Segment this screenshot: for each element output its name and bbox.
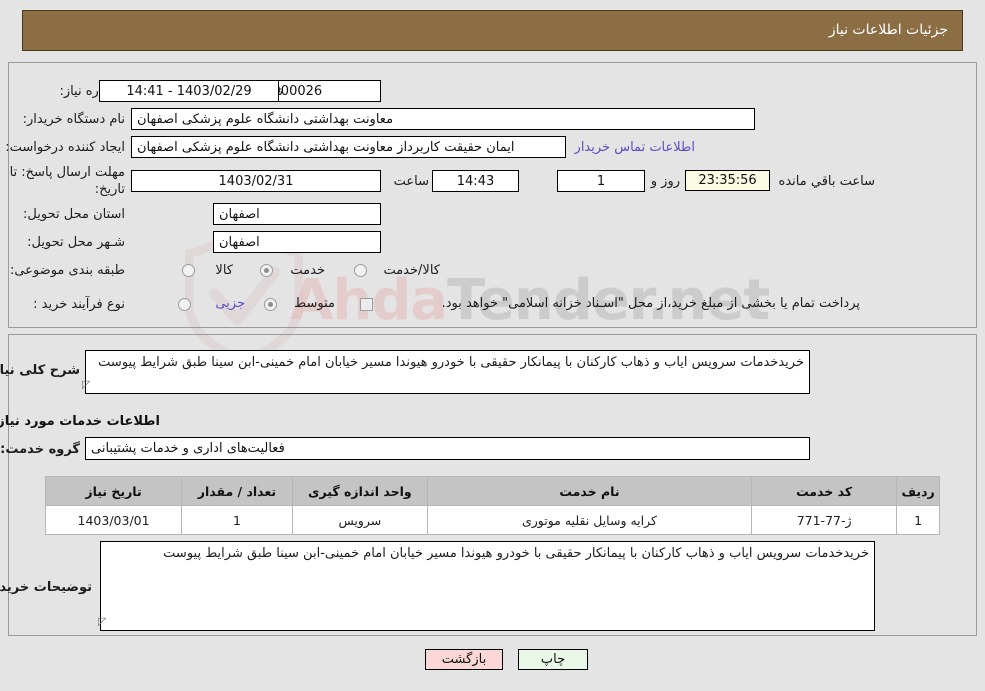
remaining-days-label: روز و — [650, 174, 680, 189]
radio-category-kala[interactable] — [182, 264, 195, 277]
table-header-row: ردیف کد خدمت نام خدمت واحد اندازه گیری ت… — [44, 476, 940, 506]
radio-process-motevaset[interactable] — [264, 298, 277, 311]
buyer-notes-label: توضیحات خریدار: — [0, 580, 92, 595]
services-section-heading: اطلاعات خدمات مورد نیاز — [0, 414, 160, 429]
cell-service-name: کرایه وسایل نقلیه موتوری — [426, 505, 753, 535]
description-textarea[interactable]: خریدخدمات سرویس ایاب و ذهاب کارکنان با پ… — [85, 350, 810, 394]
requester-value[interactable]: ایمان حقیقت کاربرداز معاونت بهداشتی دانش… — [131, 136, 566, 158]
buyer-contact-link[interactable]: اطلاعات تماس خریدار — [575, 140, 695, 155]
page-header-bar: جزئیات اطلاعات نیاز — [22, 10, 963, 51]
radio-process-motevaset-label: متوسط — [294, 296, 335, 311]
city-label: شـهر محل تحویل: — [27, 235, 125, 250]
public-announce-value[interactable]: 1403/02/29 - 14:41 — [99, 80, 279, 102]
deadline-date-value[interactable]: 1403/02/31 — [131, 170, 381, 192]
payment-treasury-label: پرداخت تمام یا بخشی از مبلغ خرید،از محل … — [441, 296, 860, 311]
requester-label: ایجاد کننده درخواست: — [5, 140, 125, 155]
category-label: طبقه بندی موضوعی: — [9, 263, 125, 278]
process-label: نوع فرآیند خرید : — [33, 297, 125, 312]
page-title: جزئیات اطلاعات نیاز — [828, 22, 948, 38]
radio-category-khedmat[interactable] — [260, 264, 273, 277]
province-label: استان محل تحویل: — [23, 207, 125, 222]
cell-radif: 1 — [896, 505, 940, 535]
province-value[interactable]: اصفهان — [213, 203, 381, 225]
remaining-time-value: 23:35:56 — [685, 170, 770, 191]
service-group-value[interactable]: فعالیت‌های اداری و خدمات پشتیبانی — [85, 437, 810, 460]
table-row: 1 ژ-77-771 کرایه وسایل نقلیه موتوری سروی… — [44, 505, 940, 535]
radio-category-kala-khedmat-label: کالا/خدمت — [383, 263, 440, 278]
radio-category-kala-khedmat[interactable] — [354, 264, 367, 277]
deadline-label-line2: تاریخ: — [94, 182, 125, 197]
page-root: AhdaTender.net جزئیات اطلاعات نیاز شـمار… — [0, 0, 985, 691]
th-quantity: تعداد / مقدار — [181, 476, 293, 506]
deadline-label-line1: مهلت ارسال پاسخ: تا — [9, 165, 125, 180]
remaining-time-label: ساعت باقي مانده — [778, 174, 875, 189]
back-button[interactable]: بازگشت — [425, 649, 503, 670]
buyer-notes-resize-handle[interactable]: ◹ — [98, 615, 108, 628]
deadline-hour-label: ساعت — [393, 174, 429, 189]
radio-category-kala-label: کالا — [215, 263, 233, 278]
city-value[interactable]: اصفهان — [213, 231, 381, 253]
cell-quantity: 1 — [181, 505, 293, 535]
radio-category-khedmat-label: خدمت — [290, 263, 325, 278]
cell-need-date: 1403/03/01 — [44, 505, 183, 535]
th-unit: واحد اندازه گیری — [291, 476, 428, 506]
th-radif: ردیف — [896, 476, 940, 506]
th-service-code: کد خدمت — [750, 476, 898, 506]
buyer-org-label: نام دستگاه خریدار: — [22, 112, 125, 127]
th-need-date: تاریخ نیاز — [44, 476, 183, 506]
th-service-name: نام خدمت — [426, 476, 753, 506]
description-resize-handle[interactable]: ◹ — [82, 378, 92, 391]
remaining-days-value[interactable]: 1 — [557, 170, 645, 192]
deadline-hour-value[interactable]: 14:43 — [432, 170, 519, 192]
service-group-label: گروه خدمت: — [0, 442, 80, 457]
services-table: ردیف کد خدمت نام خدمت واحد اندازه گیری ت… — [44, 476, 940, 535]
buyer-notes-textarea[interactable]: خریدخدمات سرویس ایاب و ذهاب کارکنان با پ… — [100, 541, 875, 631]
radio-process-jozei[interactable] — [178, 298, 191, 311]
description-label: شرح کلی نیاز: — [0, 363, 80, 378]
radio-process-jozei-label: جزیی — [215, 296, 245, 311]
print-button[interactable]: چاپ — [518, 649, 588, 670]
cell-service-code: ژ-77-771 — [750, 505, 898, 535]
cell-unit: سرویس — [291, 505, 428, 535]
payment-treasury-checkbox[interactable] — [360, 298, 373, 311]
buyer-org-value[interactable]: معاونت بهداشتی دانشگاه علوم پزشکی اصفهان — [131, 108, 755, 130]
